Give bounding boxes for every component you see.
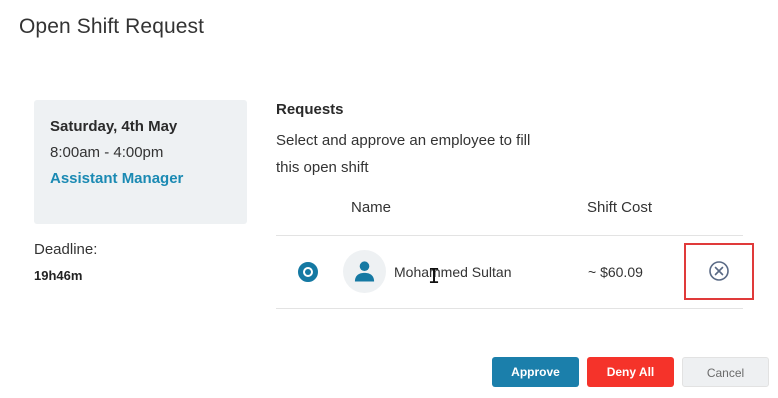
employee-name[interactable]: Mohammed Sultan [394,264,512,280]
shift-role: Assistant Manager [50,170,184,187]
table-divider [276,235,743,236]
shift-cost-value: ~ $60.09 [588,264,643,280]
approve-button[interactable]: Approve [492,357,579,387]
column-header-name: Name [351,199,392,216]
close-circle-icon [709,261,729,281]
dialog-title: Open Shift Request [19,15,205,38]
requests-title: Requests [276,101,344,118]
shift-summary-card: Saturday, 4th May 8:00am - 4:00pm Assist… [34,100,247,224]
shift-time: 8:00am - 4:00pm [50,144,164,161]
cancel-button[interactable]: Cancel [682,357,769,387]
deadline-label: Deadline: [34,241,98,258]
person-icon [354,261,375,282]
table-divider [276,308,743,309]
shift-date: Saturday, 4th May [50,118,178,135]
radio-selected-dot [305,269,311,275]
remove-request-button[interactable] [708,260,730,282]
column-header-shift-cost: Shift Cost [587,199,653,216]
deny-all-button[interactable]: Deny All [587,357,674,387]
deadline-value: 19h46m [34,268,83,283]
avatar [343,250,386,293]
employee-select-radio[interactable] [298,262,318,282]
text-cursor-icon: I [428,264,441,288]
requests-description: Select and approve an employee to fill t… [276,132,531,176]
